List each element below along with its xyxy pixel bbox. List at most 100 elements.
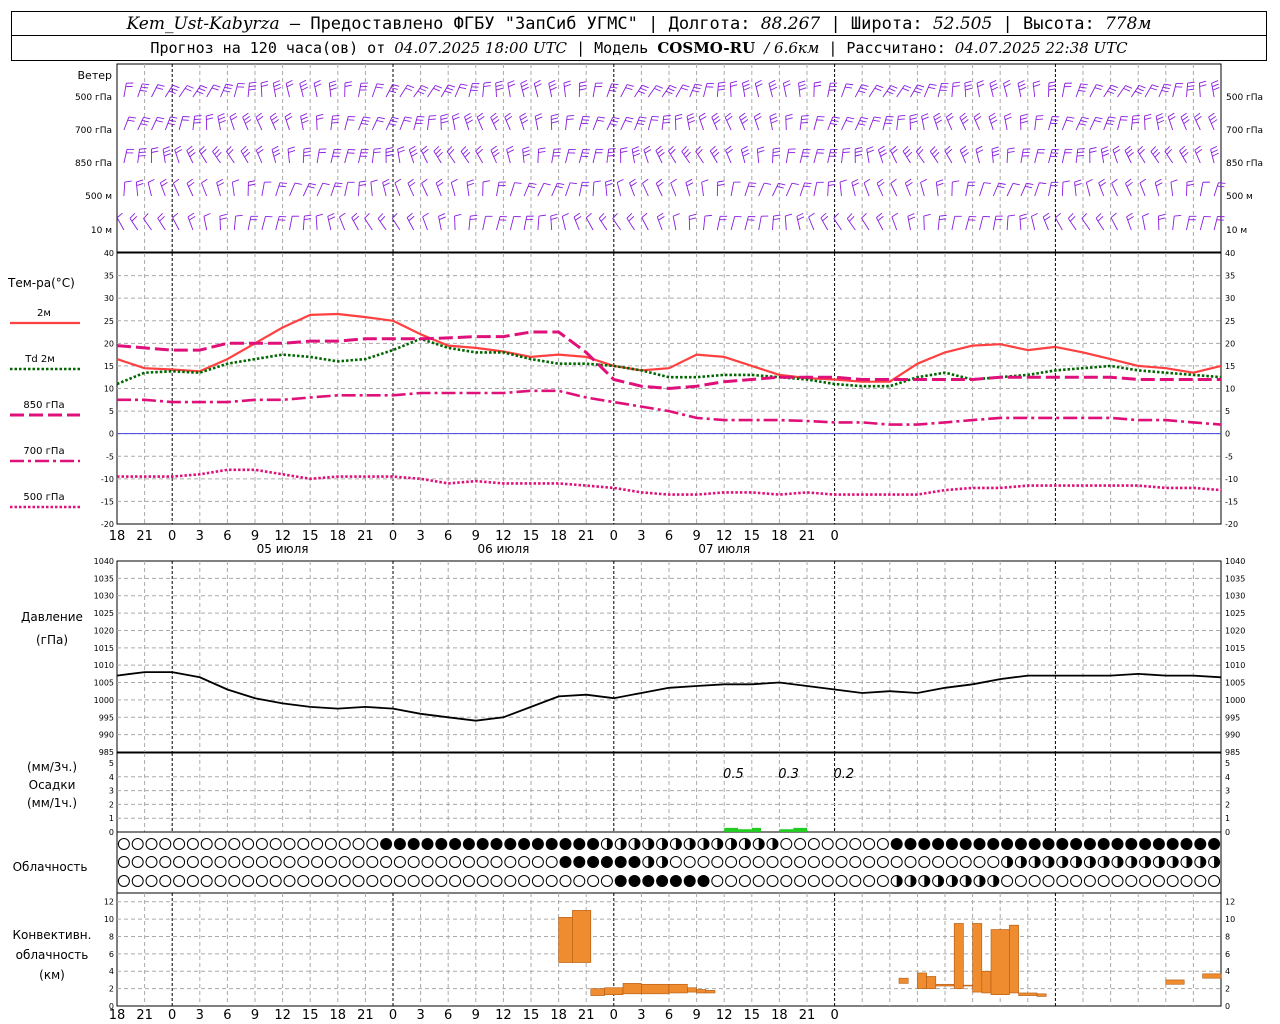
wind-barb: [438, 216, 442, 231]
wind-barb-feather: [669, 84, 677, 89]
conv-tick-right: 0: [1225, 1002, 1230, 1011]
wind-barb-feather: [379, 215, 386, 222]
wind-barb-feather: [808, 212, 815, 218]
cloud-symbol: [1056, 875, 1069, 887]
legend-label: 850 гПа: [23, 400, 64, 411]
wind-barb-feather: [1012, 182, 1020, 186]
wind-barb-feather: [1182, 115, 1189, 121]
wind-barb-feather: [741, 119, 749, 124]
wind-barb-feather: [551, 117, 559, 120]
convective-bar: [1036, 993, 1047, 997]
wind-barb-feather: [316, 117, 324, 120]
wind-barb-feather: [390, 87, 398, 90]
wind-barb-feather: [1195, 148, 1203, 154]
time-tick-mid: 0: [389, 529, 397, 544]
time-tick-mid: 6: [665, 529, 673, 544]
wind-barb-feather: [421, 178, 428, 184]
wind-barb: [370, 182, 373, 197]
wind-barb-feather: [891, 212, 899, 218]
wind-barb-feather: [304, 214, 312, 217]
wind-barb: [1061, 83, 1066, 98]
wind-barb-feather: [470, 214, 478, 217]
wind-barb-feather: [709, 145, 716, 152]
wind-barb-feather: [890, 85, 898, 89]
wind-barb: [316, 149, 320, 164]
precip-tick-right: 4: [1225, 773, 1230, 782]
wind-barb-feather: [611, 120, 619, 123]
wind-barb-feather: [373, 151, 381, 154]
wind-barb-feather: [187, 212, 195, 218]
cloud-symbol-half: [1145, 856, 1151, 868]
wind-barb-feather: [507, 149, 515, 154]
wind-barb: [841, 117, 848, 131]
wind-barb: [1142, 216, 1146, 231]
wind-barb-feather: [201, 178, 208, 184]
wind-barb-feather: [391, 116, 399, 120]
wind-barb-feather: [909, 117, 917, 120]
wind-barb: [482, 216, 486, 231]
wind-barb-feather: [329, 83, 337, 87]
wind-barb-feather: [803, 185, 811, 188]
wind-barb-feather: [820, 212, 827, 219]
wind-barb-feather: [279, 182, 287, 184]
wind-barb-feather: [858, 123, 866, 126]
wind-barb-feather: [459, 86, 467, 90]
meteogram-chart: Ветер 500 гПа 500 гПа 700 гПа 700 гПа 850 гПа…: [7, 63, 1263, 1023]
wind-barb-feather: [902, 145, 909, 152]
wind-barb-feather: [1156, 116, 1164, 121]
cloud-symbol: [490, 838, 503, 850]
time-tick-mid: 3: [196, 529, 204, 544]
wind-barb: [468, 216, 471, 231]
wind-barb-feather: [567, 115, 575, 117]
wind-barb-feather: [600, 215, 607, 222]
wind-barb-feather: [139, 148, 147, 150]
wind-barb-feather: [928, 86, 936, 90]
wind-barb-feather: [644, 149, 652, 154]
cloud-symbol: [200, 838, 213, 850]
cloud-symbol: [890, 856, 903, 868]
wind-barb-feather: [410, 149, 417, 154]
legend-label: 2м: [37, 308, 51, 319]
wind-barb: [863, 182, 870, 197]
cloud-symbol: [780, 838, 793, 850]
wind-barb: [976, 83, 980, 98]
cloud-symbol: [324, 856, 337, 868]
wind-barb-feather: [465, 116, 472, 121]
wind-barb-feather: [988, 112, 996, 118]
wind-barb-feather: [1211, 149, 1218, 154]
wind-barb: [123, 149, 128, 164]
convective-bar: [926, 976, 937, 989]
wind-barb-feather: [675, 113, 683, 117]
wind-barb-feather: [772, 154, 780, 157]
wind-barb-feather: [785, 213, 793, 217]
wind-barb-feather: [1007, 147, 1015, 150]
cloud-symbol: [835, 856, 848, 868]
wind-barb: [247, 216, 252, 231]
wind-barb-feather: [989, 116, 997, 121]
wind-barb-feather: [217, 182, 225, 187]
wind-barb-feather: [162, 146, 170, 150]
wind-barb-feather: [429, 115, 437, 117]
wind-barb: [534, 116, 539, 131]
wind-barb-feather: [353, 215, 359, 222]
wind-barb-feather: [685, 151, 691, 158]
time-tick-bottom: 15: [744, 1008, 761, 1023]
wind-barb-feather: [1020, 120, 1028, 124]
cloud-symbol: [449, 838, 462, 850]
cloud-symbol: [876, 875, 889, 887]
wind-barb-feather: [382, 178, 390, 183]
wind-barb-feather: [1077, 148, 1085, 150]
wind-barb: [1006, 216, 1009, 231]
wind-barb-feather: [1212, 152, 1219, 157]
time-tick-bottom: 0: [610, 1008, 618, 1023]
wind-barb-feather: [1112, 145, 1120, 151]
temp-tick-right: -10: [1225, 475, 1238, 484]
wind-barb: [231, 182, 235, 197]
wind-barb-feather: [288, 149, 296, 153]
wind-barb-feather: [1212, 83, 1219, 88]
wind-barb-feather: [933, 112, 940, 118]
wind-barb-feather: [478, 115, 485, 121]
wind-barb-feather: [522, 146, 530, 150]
convective-bar: [590, 988, 605, 996]
wind-barb-feather: [329, 87, 337, 91]
